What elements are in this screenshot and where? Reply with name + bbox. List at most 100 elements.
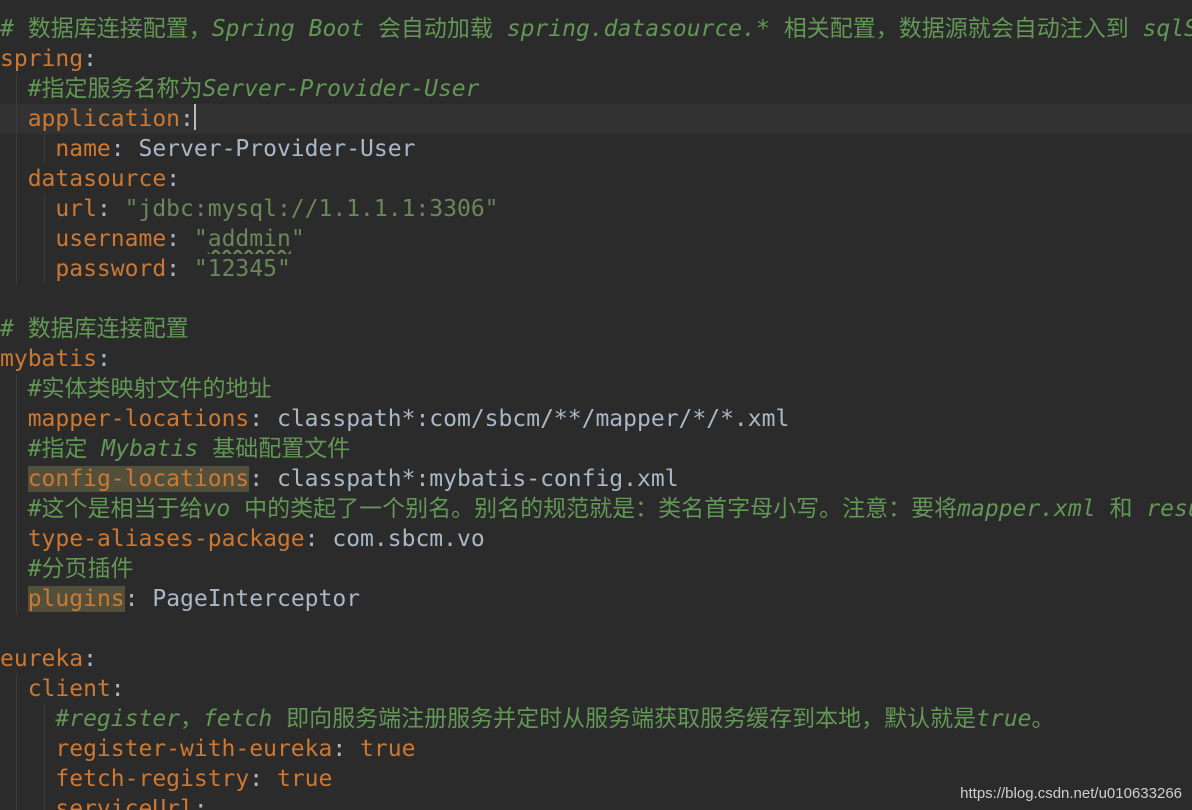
code-token: : [166, 226, 194, 252]
code-token: spring [0, 46, 84, 72]
code-line[interactable]: username: "addmin" [0, 224, 1192, 254]
code-token: true [360, 736, 416, 762]
code-token: : [193, 796, 208, 810]
code-token: vo [202, 496, 231, 522]
code-token: # 数据库连接配置 [0, 316, 189, 342]
code-token: : [249, 466, 277, 492]
code-token: " [290, 226, 305, 252]
code-token: plugins [27, 586, 125, 612]
text-caret [193, 104, 196, 130]
code-token: true [976, 706, 1032, 732]
code-line[interactable]: config-locations: classpath*:mybatis-con… [0, 464, 1192, 494]
code-line[interactable]: datasource: [0, 164, 1192, 194]
code-token: classpath*:mybatis-config.xml [276, 466, 679, 492]
code-line[interactable]: application: [0, 104, 1192, 134]
code-token: mapper.xml [957, 496, 1096, 522]
code-token: password [55, 256, 167, 282]
code-token: #这个是相当于给 [27, 496, 203, 522]
code-token: mybatis [0, 346, 97, 372]
indent-guide [16, 74, 17, 284]
code-line[interactable]: #分页插件 [0, 554, 1192, 584]
code-token: 中的类起了一个别名。别名的规范就是：类名首字母小写。注意：要将 [230, 496, 958, 522]
code-token: #register [55, 706, 181, 732]
code-line[interactable]: mapper-locations: classpath*:com/sbcm/**… [0, 404, 1192, 434]
code-token: name [55, 136, 111, 162]
code-line[interactable]: url: "jdbc:mysql://1.1.1.1:3306" [0, 194, 1192, 224]
code-token: username [55, 226, 167, 252]
code-line[interactable]: name: Server-Provider-User [0, 134, 1192, 164]
code-token: : [304, 526, 333, 552]
code-token: 即向服务端注册服务并定时从服务端获取服务缓存到本地，默认就是 [272, 706, 977, 732]
code-token: Server-Provider-User [138, 136, 416, 162]
code-line[interactable] [0, 284, 1192, 314]
code-editor[interactable]: # 数据库连接配置，Spring Boot 会自动加载 spring.datas… [0, 0, 1192, 810]
code-line[interactable]: eureka: [0, 644, 1192, 674]
code-token: #实体类映射文件的地址 [27, 376, 272, 402]
code-token: mapper-locations [27, 406, 250, 432]
code-line[interactable]: register-with-eureka: true [0, 734, 1192, 764]
code-token: application [27, 106, 181, 132]
code-token: 相关配置，数据源就会自动注入到 [769, 16, 1143, 42]
code-line[interactable]: #指定 Mybatis 基础配置文件 [0, 434, 1192, 464]
code-line[interactable]: plugins: PageInterceptor [0, 584, 1192, 614]
code-token: #分页插件 [27, 556, 134, 582]
code-line[interactable]: #指定服务名称为Server-Provider-User [0, 74, 1192, 104]
watermark-url: https://blog.csdn.net/u010633266 [960, 785, 1182, 802]
code-token: register-with-eureka [55, 736, 333, 762]
code-token: : [124, 586, 153, 612]
code-line[interactable] [0, 614, 1192, 644]
code-token: ， [180, 706, 204, 732]
code-token: : [166, 166, 181, 192]
code-line[interactable]: # 数据库连接配置 [0, 314, 1192, 344]
code-line[interactable]: spring: [0, 44, 1192, 74]
code-token: 。 [1031, 706, 1055, 732]
code-token: " [193, 226, 208, 252]
indent-guide [44, 194, 45, 284]
code-token: : [166, 256, 194, 282]
code-token: 会自动加载 [364, 16, 507, 42]
code-token: 基础配置文件 [198, 436, 351, 462]
code-token: # 数据库连接配置， [0, 16, 212, 42]
code-line[interactable]: #register，fetch 即向服务端注册服务并定时从服务端获取服务缓存到本… [0, 704, 1192, 734]
code-token: : [96, 346, 111, 372]
code-line[interactable]: password: "12345" [0, 254, 1192, 284]
code-token: true [276, 766, 333, 792]
code-line[interactable]: #这个是相当于给vo 中的类起了一个别名。别名的规范就是：类名首字母小写。注意：… [0, 494, 1192, 524]
code-token: : [110, 676, 125, 702]
indent-guide [16, 674, 17, 810]
code-line[interactable]: client: [0, 674, 1192, 704]
code-token: classpath*:com/sbcm/**/mapper/*/*.xml [276, 406, 790, 432]
code-line[interactable]: mybatis: [0, 344, 1192, 374]
code-token: com.sbcm.vo [332, 526, 485, 552]
code-token: serviceUrl [55, 796, 194, 810]
code-token: : [96, 196, 125, 222]
indent-guide [44, 704, 45, 810]
code-token: : [249, 766, 277, 792]
code-line[interactable]: # 数据库连接配置，Spring Boot 会自动加载 spring.datas… [0, 14, 1192, 44]
code-token: #指定 [27, 436, 102, 462]
code-token: : [249, 406, 277, 432]
code-line[interactable]: #实体类映射文件的地址 [0, 374, 1192, 404]
code-token: url [55, 196, 97, 222]
code-token: type-aliases-package [27, 526, 305, 552]
code-line[interactable]: type-aliases-package: com.sbcm.vo [0, 524, 1192, 554]
code-token: sqlSessionFactory [1142, 16, 1192, 42]
code-token: datasource [27, 166, 167, 192]
code-token: #指定服务名称为 [27, 76, 203, 102]
indent-guide [44, 134, 45, 164]
code-token: config-locations [27, 466, 250, 492]
